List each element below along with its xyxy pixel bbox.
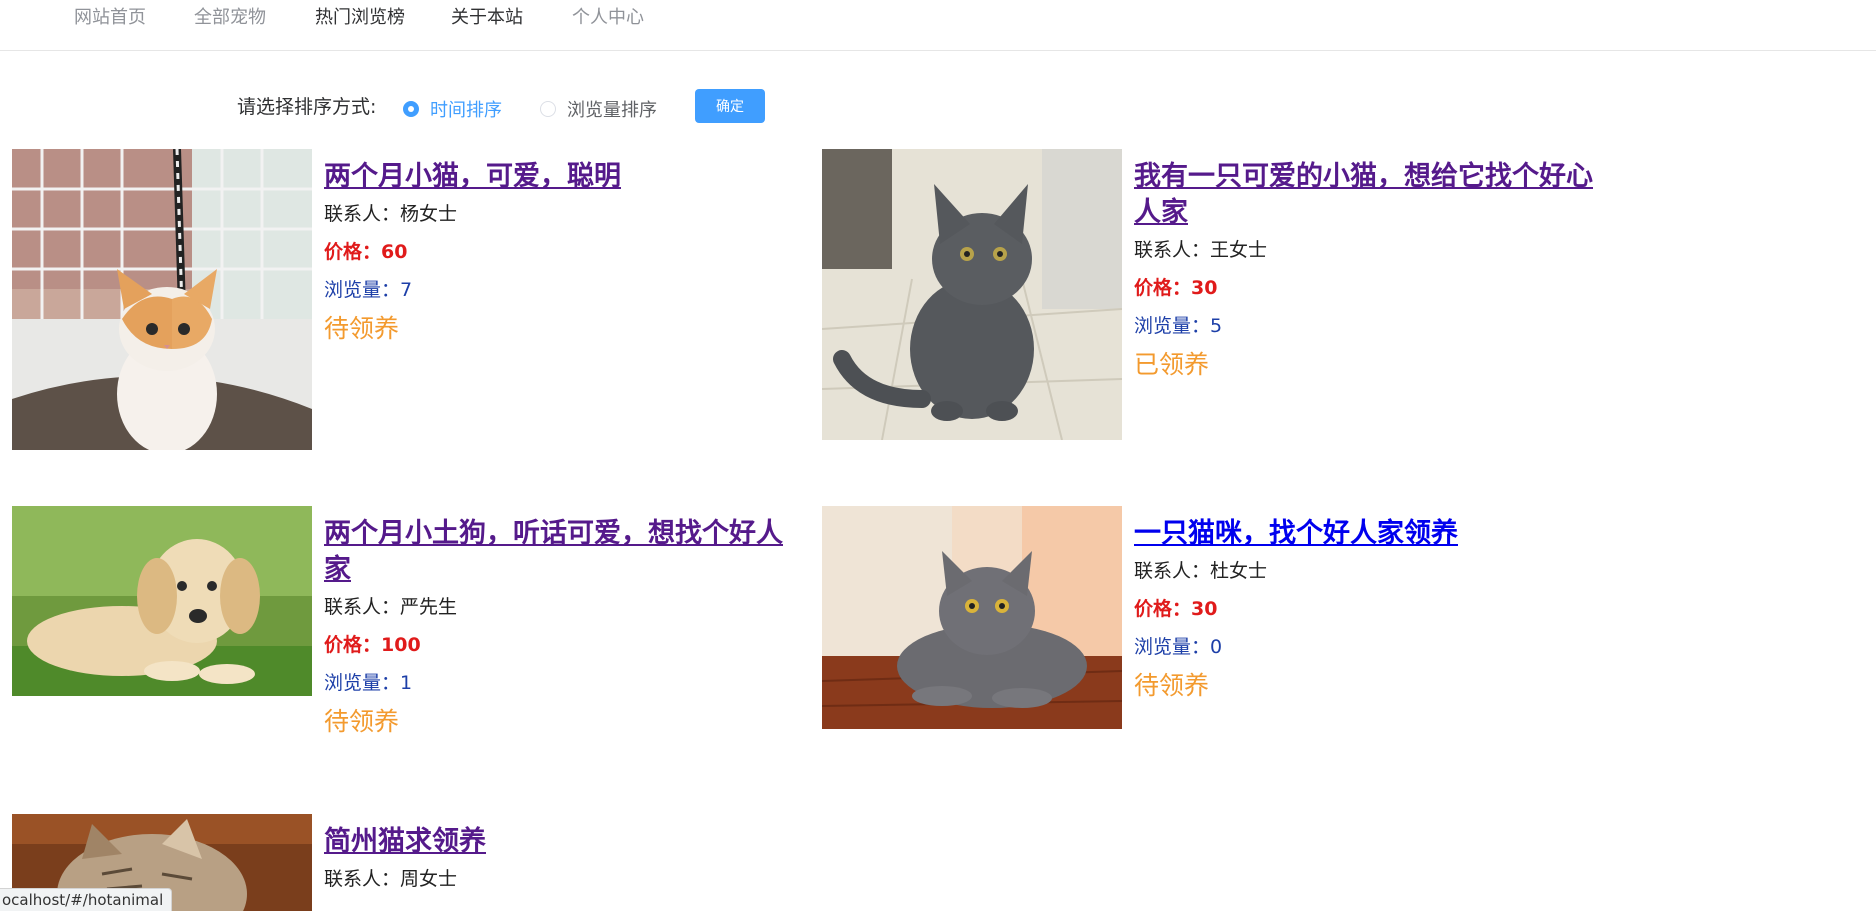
sort-by-time-label[interactable]: 时间排序 [430, 96, 502, 122]
grey-cat-lying-image [822, 506, 1122, 729]
pet-info: 一只猫咪，找个好人家领养 联系人：杜女士 价格：30 浏览量：0 待领养 [1134, 516, 1594, 702]
pet-status: 待领养 [1134, 671, 1210, 700]
pet-info: 两个月小土狗，听话可爱，想找个好人家 联系人：严先生 价格：100 浏览量：1 … [324, 516, 784, 738]
pet-status: 待领养 [324, 314, 400, 343]
top-navigation: 网站首页 全部宠物 热门浏览榜 关于本站 个人中心 [0, 0, 1876, 51]
sort-by-views-radio[interactable]: 浏览量排序 [540, 96, 657, 122]
sort-label: 请选择排序方式: [237, 96, 377, 118]
pet-contact: 联系人：周女士 [324, 868, 458, 890]
kitten-image [12, 149, 312, 450]
pet-photo[interactable] [822, 149, 1122, 440]
pet-price: 价格：30 [1134, 598, 1218, 620]
pet-contact: 联系人：王女士 [1134, 239, 1268, 261]
pet-status: 待领养 [324, 707, 400, 736]
pet-info: 简州猫求领养 联系人：周女士 [324, 824, 784, 892]
pet-title-link[interactable]: 两个月小土狗，听话可爱，想找个好人家 [324, 516, 784, 588]
radio-dot[interactable] [403, 101, 419, 117]
pet-title-link[interactable]: 简州猫求领养 [324, 824, 784, 860]
pet-photo[interactable] [822, 506, 1122, 729]
confirm-button[interactable]: 确定 [695, 89, 765, 123]
pet-contact: 联系人：杜女士 [1134, 560, 1268, 582]
pet-price: 价格：100 [324, 634, 421, 656]
pet-info: 两个月小猫，可爱，聪明 联系人：杨女士 价格：60 浏览量：7 待领养 [324, 159, 784, 345]
browser-status-url: ocalhost/#/hotanimal [0, 888, 173, 911]
pet-title-link[interactable]: 两个月小猫，可爱，聪明 [324, 159, 784, 195]
puppy-image [12, 506, 312, 696]
grey-cat-image [822, 149, 1122, 440]
pet-views: 浏览量：5 [1134, 315, 1223, 337]
radio-dot[interactable] [540, 101, 556, 117]
pet-views: 浏览量：7 [324, 279, 413, 301]
pet-views: 浏览量：1 [324, 672, 413, 694]
pet-photo[interactable] [12, 506, 312, 696]
pet-title-link[interactable]: 一只猫咪，找个好人家领养 [1134, 516, 1594, 552]
nav-item-hot-ranking[interactable]: 热门浏览榜 [315, 3, 405, 29]
pet-views: 浏览量：0 [1134, 636, 1223, 658]
nav-item-home[interactable]: 网站首页 [74, 3, 146, 29]
nav-item-profile[interactable]: 个人中心 [572, 3, 644, 29]
sort-by-time-radio[interactable]: 时间排序 [403, 96, 502, 122]
pet-contact: 联系人：杨女士 [324, 203, 458, 225]
pet-photo[interactable] [12, 149, 312, 450]
nav-item-all-pets[interactable]: 全部宠物 [194, 3, 266, 29]
nav-item-about[interactable]: 关于本站 [451, 3, 523, 29]
sort-by-views-label[interactable]: 浏览量排序 [567, 96, 657, 122]
page: 网站首页 全部宠物 热门浏览榜 关于本站 个人中心 请选择排序方式: 时间排序 … [0, 0, 1876, 911]
pet-contact: 联系人：严先生 [324, 596, 458, 618]
pet-info: 我有一只可爱的小猫，想给它找个好心人家 联系人：王女士 价格：30 浏览量：5 … [1134, 159, 1594, 381]
pet-status: 已领养 [1134, 350, 1210, 379]
pet-price: 价格：30 [1134, 277, 1218, 299]
pet-price: 价格：60 [324, 241, 408, 263]
pet-title-link[interactable]: 我有一只可爱的小猫，想给它找个好心人家 [1134, 159, 1594, 231]
